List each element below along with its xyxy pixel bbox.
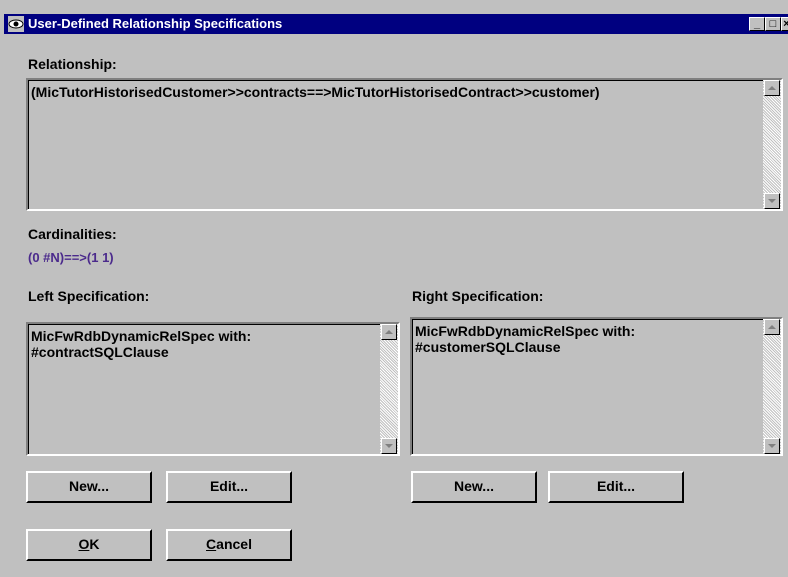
close-icon: × <box>783 18 788 30</box>
dialog-window: User-Defined Relationship Specifications… <box>0 0 788 577</box>
right-spec-textarea[interactable]: MicFwRdbDynamicRelSpec with: #customerSQ… <box>410 317 783 456</box>
right-new-button[interactable]: New... <box>411 471 537 503</box>
minimize-icon: _ <box>753 18 761 30</box>
maximize-button[interactable]: □ <box>765 17 781 31</box>
scroll-down-button[interactable] <box>381 438 397 454</box>
title-bar[interactable]: User-Defined Relationship Specifications… <box>4 14 788 34</box>
arrow-down-icon <box>385 444 393 448</box>
ok-mnemonic: O <box>78 536 90 552</box>
left-new-button[interactable]: New... <box>26 471 152 503</box>
window-title: User-Defined Relationship Specifications <box>28 16 283 31</box>
cancel-label-rest: ancel <box>216 536 252 552</box>
right-edit-button[interactable]: Edit... <box>548 471 684 503</box>
cancel-button[interactable]: Cancel <box>166 529 292 561</box>
minimize-button[interactable]: _ <box>749 17 765 31</box>
left-spec-text: MicFwRdbDynamicRelSpec with: #contractSQ… <box>28 324 380 454</box>
ok-label-rest: K <box>89 536 100 552</box>
left-spec-label: Left Specification: <box>28 288 150 304</box>
left-spec-textarea[interactable]: MicFwRdbDynamicRelSpec with: #contractSQ… <box>26 322 400 456</box>
arrow-down-icon <box>768 444 776 448</box>
maximize-icon: □ <box>769 18 777 30</box>
relationship-text: (MicTutorHistorisedCustomer>>contracts==… <box>28 80 763 209</box>
right-spec-text: MicFwRdbDynamicRelSpec with: #customerSQ… <box>412 319 763 454</box>
arrow-up-icon <box>768 86 776 90</box>
scroll-up-button[interactable] <box>764 319 780 335</box>
left-spec-scrollbar[interactable] <box>380 324 398 454</box>
arrow-up-icon <box>385 330 393 334</box>
relationship-scrollbar[interactable] <box>763 80 781 209</box>
ok-button[interactable]: OK <box>26 529 152 561</box>
scroll-up-button[interactable] <box>381 324 397 340</box>
right-spec-label: Right Specification: <box>412 288 544 304</box>
scroll-down-button[interactable] <box>764 438 780 454</box>
arrow-down-icon <box>768 199 776 203</box>
scroll-down-button[interactable] <box>764 193 780 209</box>
relationship-label: Relationship: <box>28 56 117 72</box>
scroll-up-button[interactable] <box>764 80 780 96</box>
cardinalities-value: (0 #N)==>(1 1) <box>28 250 114 265</box>
left-edit-button[interactable]: Edit... <box>166 471 292 503</box>
cardinalities-label: Cardinalities: <box>28 226 117 242</box>
eye-icon <box>8 16 24 32</box>
cancel-mnemonic: C <box>206 536 217 552</box>
right-spec-scrollbar[interactable] <box>763 319 781 454</box>
close-button[interactable]: × <box>781 17 788 31</box>
arrow-up-icon <box>768 325 776 329</box>
relationship-textarea[interactable]: (MicTutorHistorisedCustomer>>contracts==… <box>26 78 783 211</box>
